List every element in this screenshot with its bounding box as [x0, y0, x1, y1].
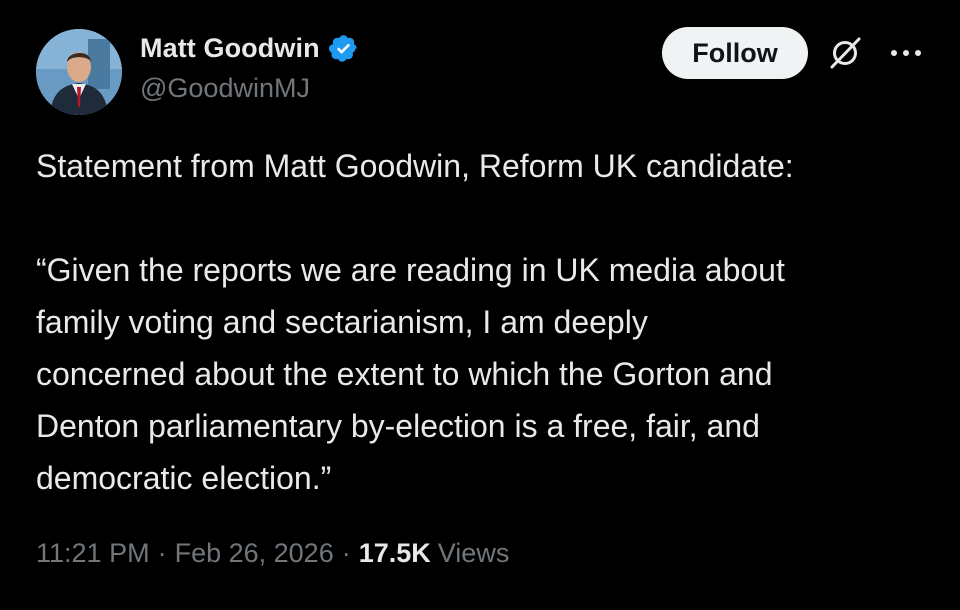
tweet-metadata: 11:21 PM · Feb 26, 2026 · 17.5K Views: [36, 538, 509, 569]
tweet-date[interactable]: Feb 26, 2026: [175, 538, 334, 569]
avatar[interactable]: [36, 29, 122, 115]
follow-button[interactable]: Follow: [662, 27, 808, 79]
author-handle[interactable]: @GoodwinMJ: [140, 73, 310, 104]
tweet-card: Matt Goodwin @GoodwinMJ Follow Statement…: [0, 0, 960, 610]
author-name-row: Matt Goodwin: [140, 30, 359, 66]
views-label: Views: [437, 538, 510, 568]
verified-badge-icon[interactable]: [328, 33, 359, 64]
tweet-paragraph: “Given the reports we are reading in UK …: [36, 252, 785, 496]
views-count[interactable]: 17.5K: [359, 538, 431, 569]
separator: ·: [341, 538, 351, 568]
more-icon[interactable]: [888, 44, 924, 62]
tweet-time[interactable]: 11:21 PM: [36, 538, 150, 569]
author-display-name[interactable]: Matt Goodwin: [140, 33, 320, 64]
tweet-text: Statement from Matt Goodwin, Reform UK c…: [36, 140, 936, 504]
separator: ·: [157, 538, 167, 568]
tweet-paragraph: Statement from Matt Goodwin, Reform UK c…: [36, 148, 794, 184]
profile-photo-icon: [36, 29, 122, 115]
grok-icon[interactable]: [826, 34, 864, 72]
